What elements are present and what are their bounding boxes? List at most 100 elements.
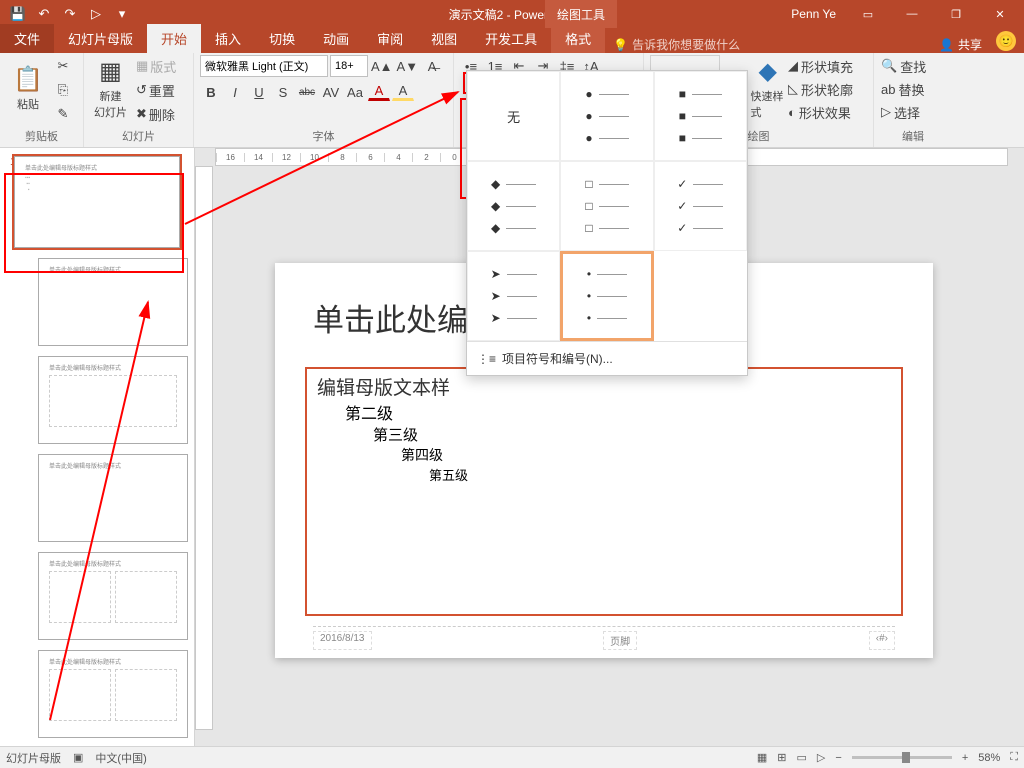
font-color-button[interactable]: A <box>368 81 390 101</box>
date-placeholder[interactable]: 2016/8/13 <box>313 631 372 650</box>
font-name-combo[interactable]: 微软雅黑 Light (正文) <box>200 55 328 77</box>
share-button[interactable]: 👤 共享 <box>929 36 992 53</box>
tab-format[interactable]: 格式 <box>551 24 605 53</box>
user-name[interactable]: Penn Ye <box>791 7 836 21</box>
save-button[interactable]: 💾 <box>6 2 30 26</box>
smiley-feedback-icon[interactable]: 🙂 <box>996 31 1016 51</box>
share-icon: 👤 <box>939 38 954 52</box>
restore-button[interactable]: ❐ <box>936 0 976 28</box>
shrink-font-button[interactable]: A▼ <box>396 55 420 77</box>
bullet-option-none[interactable]: 无 <box>467 71 560 161</box>
select-button[interactable]: ▷ 选择 <box>880 101 942 123</box>
tab-transition[interactable]: 切换 <box>255 24 309 53</box>
font-size-combo[interactable]: 18+ <box>330 55 368 77</box>
format-painter-button[interactable]: ✎ <box>52 103 74 125</box>
disc-icon: ● <box>585 87 592 101</box>
tab-slide-master[interactable]: 幻灯片母版 <box>54 24 147 53</box>
tab-view[interactable]: 视图 <box>417 24 471 53</box>
reset-button[interactable]: ↺ 重置 <box>133 79 187 101</box>
accessibility-icon[interactable]: ▣ <box>73 751 83 764</box>
outline-level-4[interactable]: 第四级 <box>401 445 891 465</box>
paste-button[interactable]: 📋 粘贴 <box>6 55 50 121</box>
cut-button[interactable]: ✂ <box>52 55 74 77</box>
outline-level-2[interactable]: 第二级 <box>345 400 891 424</box>
shape-effects-button[interactable]: ◐ 形状效果 <box>787 101 867 123</box>
italic-button[interactable]: I <box>224 81 246 103</box>
tell-me[interactable]: 💡 告诉我你想要做什么 <box>605 36 748 53</box>
bullets-more-label: 项目符号和编号(N)... <box>502 350 613 367</box>
shape-outline-button[interactable]: ◺ 形状轮廓 <box>787 78 867 100</box>
tab-file[interactable]: 文件 <box>0 24 54 53</box>
thumb-title-text: 单击此处编辑母版标题样式 <box>49 265 121 274</box>
tab-developer[interactable]: 开发工具 <box>471 24 551 53</box>
grow-font-button[interactable]: A▲ <box>370 55 394 77</box>
bullet-option-arrow[interactable]: ➤ ➤ ➤ <box>467 251 560 341</box>
shape-fill-button[interactable]: ◢ 形状填充 <box>787 55 867 77</box>
master-thumbnail[interactable]: 单击此处编辑母版标题样式 ▪▪▪ ▪▪ ▪ <box>14 156 180 248</box>
zoom-in-button[interactable]: + <box>962 752 968 764</box>
select-label: 选择 <box>894 103 920 122</box>
undo-button[interactable]: ↶ <box>32 2 56 26</box>
quick-styles-button[interactable]: ◆快速样式 <box>751 55 785 121</box>
zoom-level[interactable]: 58% <box>978 752 1000 764</box>
clear-formatting-button[interactable]: A̶ <box>421 55 443 77</box>
shape-fill-label: 形状填充 <box>801 57 853 76</box>
outline-level-1[interactable]: 编辑母版文本样 <box>317 373 891 400</box>
copy-button[interactable]: ⎘ <box>52 79 74 101</box>
tab-insert[interactable]: 插入 <box>201 24 255 53</box>
bullet-option-hollow-square[interactable]: □ □ □ <box>560 161 653 251</box>
layout-thumbnail[interactable]: 单击此处编辑母版标题样式 <box>38 356 188 444</box>
zoom-out-button[interactable]: − <box>835 752 841 764</box>
tab-animation[interactable]: 动画 <box>309 24 363 53</box>
slide-thumbnails-pane[interactable]: 1 单击此处编辑母版标题样式 ▪▪▪ ▪▪ ▪ 单击此处编辑母版标题样式 单击此… <box>0 148 195 746</box>
replace-button[interactable]: ab 替换 <box>880 78 942 100</box>
tab-home[interactable]: 开始 <box>147 24 201 53</box>
close-button[interactable]: ✕ <box>980 0 1020 28</box>
highlight-button[interactable]: A <box>392 81 414 101</box>
find-button[interactable]: 🔍 查找 <box>880 55 942 77</box>
footer-placeholder[interactable]: 页脚 <box>603 631 637 650</box>
diamond-icon: ◆ <box>491 177 500 191</box>
slideshow-view-button[interactable]: ▷ <box>817 751 825 764</box>
start-slideshow-button[interactable]: ▷ <box>84 2 108 26</box>
tab-review[interactable]: 审阅 <box>363 24 417 53</box>
bold-button[interactable]: B <box>200 81 222 103</box>
change-case-button[interactable]: Aa <box>344 81 366 103</box>
delete-button[interactable]: ✖ 删除 <box>133 103 187 125</box>
char-spacing-button[interactable]: AV <box>320 81 342 103</box>
qat-more-button[interactable]: ▾ <box>110 2 134 26</box>
reading-view-button[interactable]: ▭ <box>797 751 807 764</box>
diamond-icon: ◆ <box>491 221 500 235</box>
body-placeholder[interactable]: 编辑母版文本样 第二级 第三级 第四级 第五级 <box>305 367 903 616</box>
new-slide-button[interactable]: ▦ 新建 幻灯片 <box>90 55 131 121</box>
outline-level-3[interactable]: 第三级 <box>373 424 891 445</box>
bullet-option-disc[interactable]: ● ● ● <box>560 71 653 161</box>
bullet-option-diamond[interactable]: ◆ ◆ ◆ <box>467 161 560 251</box>
layout-thumbnail[interactable]: 单击此处编辑母版标题样式 <box>38 258 188 346</box>
shadow-button[interactable]: S <box>272 81 294 103</box>
bullet-option-square[interactable]: ■ ■ ■ <box>654 71 747 161</box>
layout-thumbnail[interactable]: 单击此处编辑母版标题样式 <box>38 454 188 542</box>
bullets-and-numbering-link[interactable]: ⋮≡ 项目符号和编号(N)... <box>467 341 747 375</box>
square-icon: ■ <box>679 131 686 145</box>
dot-icon: • <box>587 267 591 281</box>
slide-number-placeholder[interactable]: ‹#› <box>869 631 895 650</box>
redo-button[interactable]: ↷ <box>58 2 82 26</box>
bullet-option-check[interactable]: ✓ ✓ ✓ <box>654 161 747 251</box>
bullet-option-dot[interactable]: • • • <box>560 251 653 341</box>
layout-thumbnail[interactable]: 单击此处编辑母版标题样式 <box>38 552 188 640</box>
bullets-dropdown[interactable]: 无 ● ● ● ■ ■ ■ ◆ ◆ ◆ □ □ □ ✓ ✓ ✓ ➤ ➤ ➤ <box>466 70 748 376</box>
minimize-button[interactable]: — <box>892 0 932 28</box>
zoom-slider[interactable] <box>852 756 952 759</box>
sorter-view-button[interactable]: ⊞ <box>777 751 786 764</box>
strikethrough-button[interactable]: abc <box>296 81 318 103</box>
square-icon: ■ <box>679 87 686 101</box>
fit-to-window-button[interactable]: ⛶ <box>1010 751 1018 764</box>
language-label[interactable]: 中文(中国) <box>95 750 146 766</box>
underline-button[interactable]: U <box>248 81 270 103</box>
normal-view-button[interactable]: ▦ <box>757 751 767 764</box>
layout-thumbnail[interactable]: 单击此处编辑母版标题样式 <box>38 650 188 738</box>
ribbon-options-button[interactable]: ▭ <box>848 0 888 28</box>
shape-outline-label: 形状轮廓 <box>801 80 853 99</box>
outline-level-5[interactable]: 第五级 <box>429 465 891 484</box>
